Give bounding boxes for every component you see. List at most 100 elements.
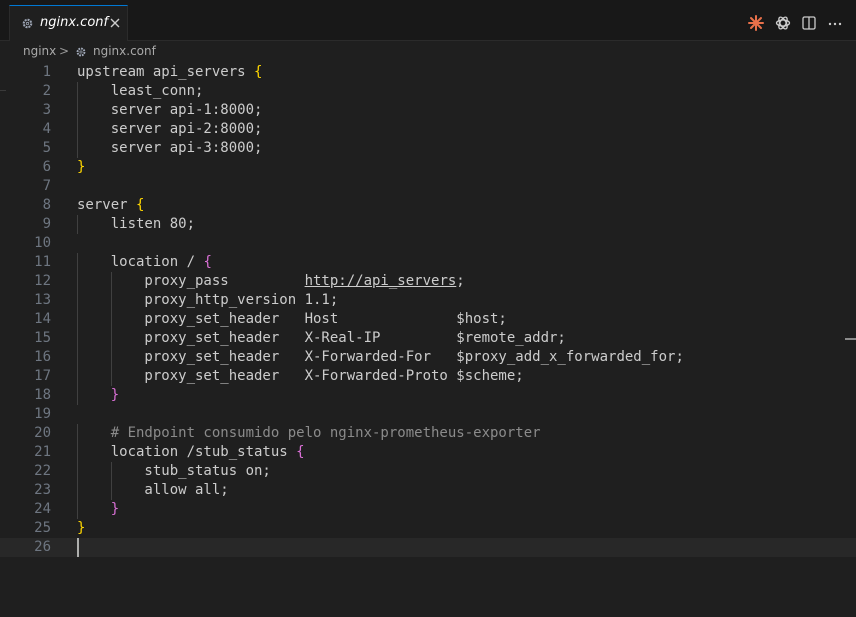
indent-guide (77, 215, 78, 234)
code-text: proxy_set_header X-Forwarded-For $proxy_… (77, 349, 684, 365)
indent-guide (77, 139, 78, 158)
indent-guide (77, 272, 78, 291)
breadcrumb-separator: > (59, 44, 70, 58)
code-line[interactable]: 15 proxy_set_header X-Real-IP $remote_ad… (0, 329, 856, 348)
code-editor[interactable]: 1 upstream api_servers {2 least_conn; 3 se… (0, 62, 856, 617)
indent-guide (77, 82, 78, 101)
line-number: 4 (42, 121, 51, 137)
indent-guide (110, 462, 112, 481)
line-number: 13 (34, 292, 51, 308)
code-text: location / { (77, 254, 212, 270)
line-number: 21 (34, 444, 51, 460)
code-line[interactable]: 6} (0, 158, 856, 177)
code-text: stub_status on; (77, 463, 271, 479)
line-number: 14 (34, 311, 51, 327)
code-text: least_conn; (77, 83, 204, 99)
code-line[interactable]: 1 upstream api_servers { (0, 63, 856, 82)
code-line[interactable]: 3 server api-1:8000; (0, 101, 856, 120)
line-number: 16 (34, 349, 51, 365)
indent-guide (77, 367, 78, 386)
code-line[interactable]: 13 proxy_http_version 1.1; (0, 291, 856, 310)
more-icon[interactable] (827, 15, 843, 31)
line-number: 6 (42, 159, 51, 175)
line-number: 9 (42, 216, 51, 232)
tab-bar: nginx.conf (0, 0, 856, 41)
code-text: upstream api_servers { (77, 64, 263, 80)
sparkle-icon[interactable] (748, 15, 764, 31)
close-icon[interactable] (108, 16, 122, 30)
line-number: 18 (34, 387, 51, 403)
code-line[interactable]: 20 # Endpoint consumido pelo nginx-prome… (0, 424, 856, 443)
code-line[interactable]: 18 } (0, 386, 856, 405)
code-line[interactable]: 7 (0, 177, 856, 196)
indent-guide (77, 500, 78, 519)
indent-guide (77, 120, 78, 139)
line-number: 3 (42, 102, 51, 118)
code-text: proxy_pass http://api_servers; (77, 273, 465, 289)
indent-guide (77, 348, 78, 367)
line-number: 20 (34, 425, 51, 441)
code-line[interactable]: 16 proxy_set_header X-Forwarded-For $pro… (0, 348, 856, 367)
breadcrumb-file[interactable]: nginx.conf (93, 44, 156, 58)
line-number: 10 (34, 235, 51, 251)
code-line[interactable]: 12 proxy_pass http://api_servers; (0, 272, 856, 291)
split-editor-icon[interactable] (801, 15, 817, 31)
code-line[interactable]: 26 (0, 538, 856, 557)
code-line[interactable]: 8 server { (0, 196, 856, 215)
code-text: # Endpoint consumido pelo nginx-promethe… (77, 425, 541, 441)
indent-guide (110, 329, 112, 348)
code-text: location /stub_status { (77, 444, 305, 460)
code-text: server api-2:8000; (77, 121, 263, 137)
code-text: server api-3:8000; (77, 140, 263, 156)
line-number: 15 (34, 330, 51, 346)
code-line[interactable]: 25} (0, 519, 856, 538)
code-line[interactable]: 23 allow all; (0, 481, 856, 500)
code-text: proxy_http_version 1.1; (77, 292, 339, 308)
code-text: } (110, 387, 120, 403)
code-line[interactable]: 22 stub_status on; (0, 462, 856, 481)
code-line[interactable]: 19 (0, 405, 856, 424)
code-text: server { (77, 197, 145, 213)
line-number: 7 (42, 178, 51, 194)
line-number: 24 (34, 501, 51, 517)
tab-label: nginx.conf (40, 15, 109, 30)
indent-guide (110, 481, 112, 500)
line-number: 8 (42, 197, 51, 213)
indent-guide (77, 424, 78, 443)
indent-guide (77, 101, 78, 120)
openai-icon[interactable] (775, 15, 791, 31)
line-number: 5 (42, 140, 51, 156)
code-line[interactable]: 9 listen 80; (0, 215, 856, 234)
indent-guide (110, 348, 112, 367)
code-line[interactable]: 11 location / { (0, 253, 856, 272)
line-number: 26 (34, 539, 51, 555)
gear-icon (22, 18, 33, 29)
indent-guide (110, 291, 112, 310)
code-line[interactable]: 24 } (0, 500, 856, 519)
code-line[interactable]: 21 location /stub_status { (0, 443, 856, 462)
code-line[interactable]: 17 proxy_set_header X-Forwarded-Proto $s… (0, 367, 856, 386)
code-line[interactable]: 14 proxy_set_header Host $host; (0, 310, 856, 329)
indent-guide (110, 310, 112, 329)
code-line[interactable]: 5 server api-3:8000; (0, 139, 856, 158)
indent-guide (77, 291, 78, 310)
line-number: 11 (34, 254, 51, 270)
gear-icon (76, 47, 86, 57)
indent-guide (77, 443, 78, 462)
code-text: server api-1:8000; (77, 102, 263, 118)
indent-guide (110, 272, 112, 291)
code-line[interactable]: 4 server api-2:8000; (0, 120, 856, 139)
code-text: listen 80; (77, 216, 196, 232)
line-number: 12 (34, 273, 51, 289)
tab-nginx-conf[interactable]: nginx.conf (9, 5, 128, 41)
code-line[interactable]: 10 (0, 234, 856, 253)
indent-guide (77, 462, 78, 481)
line-number: 25 (34, 520, 51, 536)
code-text: } (77, 520, 86, 536)
code-text: proxy_set_header Host $host; (77, 311, 507, 327)
line-number: 23 (34, 482, 51, 498)
breadcrumb-folder[interactable]: nginx (23, 44, 56, 58)
indent-guide (77, 386, 78, 405)
editor-window: nginx.conf nginx > nginx.conf 1 upstream… (0, 0, 856, 617)
code-line[interactable]: 2 least_conn; (0, 82, 856, 101)
